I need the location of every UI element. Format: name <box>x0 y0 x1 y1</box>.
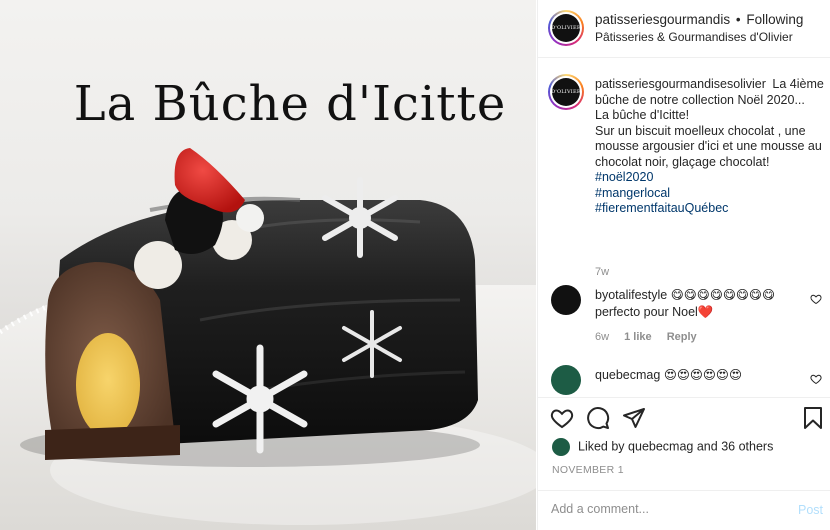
caption-line-2: La bûche d'Icitte! <box>595 108 690 122</box>
comment-username[interactable]: quebecmag <box>595 368 660 382</box>
commenter-avatar[interactable] <box>551 285 581 315</box>
comment-age[interactable]: 6w <box>595 331 609 343</box>
liked-prefix: Liked by <box>578 439 625 454</box>
liker-avatar[interactable] <box>552 438 570 456</box>
add-comment-bar: Post <box>538 490 830 530</box>
author-line: patisseriesgourmandis • Following <box>595 12 803 27</box>
hashtag-noel2020[interactable]: #noël2020 <box>595 170 825 186</box>
comment-reply-button[interactable]: Reply <box>667 331 697 343</box>
caption-avatar[interactable]: D'OLIVIER <box>548 74 584 110</box>
comment-likes[interactable]: 1 like <box>624 331 652 343</box>
comment-body: 😍😍😍😍😍😍 <box>663 368 742 382</box>
chocolate-biscuit <box>45 425 180 460</box>
author-avatar-logo: D'OLIVIER <box>551 14 581 42</box>
sea-buckthorn-mousse <box>76 333 140 437</box>
caption-avatar-logo: D'OLIVIER <box>551 78 581 106</box>
following-button[interactable]: Following <box>746 12 803 27</box>
post-header: D'OLIVIER patisseriesgourmandis • Follow… <box>538 0 830 58</box>
hashtag-fierementfaitauquebec[interactable]: #fierementfaitauQuébec <box>595 201 825 217</box>
heart-icon[interactable] <box>550 406 574 430</box>
comment-like-heart-icon[interactable] <box>810 373 822 385</box>
hashtag-mangerlocal[interactable]: #mangerlocal <box>595 186 825 202</box>
author-subtitle: Pâtisseries & Gourmandises d'Olivier <box>595 30 793 44</box>
bookmark-icon[interactable] <box>801 406 825 430</box>
comment-meta: 6w 1 like Reply <box>595 331 709 343</box>
comment-text: quebecmag 😍😍😍😍😍😍 <box>595 367 800 384</box>
commenter-avatar[interactable] <box>551 365 581 395</box>
photo-title-text: La Bûche d'Icitte <box>73 76 507 132</box>
share-icon[interactable] <box>622 406 646 430</box>
likes-summary: Liked by quebecmag and 36 others <box>552 438 773 456</box>
post-side-panel: D'OLIVIER patisseriesgourmandis • Follow… <box>537 0 830 530</box>
comment-icon[interactable] <box>586 406 610 430</box>
author-avatar[interactable]: D'OLIVIER <box>548 10 584 46</box>
post-actions: Liked by quebecmag and 36 others NOVEMBE… <box>538 397 830 530</box>
caption-age[interactable]: 7w <box>595 266 609 278</box>
caption-line-3: Sur un biscuit moelleux chocolat , une m… <box>595 123 822 169</box>
post-date[interactable]: NOVEMBER 1 <box>552 464 624 476</box>
instagram-post-view: La Bûche d'Icitte D'OLIVIER patisseriesg… <box>0 0 830 530</box>
comment-input[interactable] <box>551 502 781 516</box>
separator-dot: • <box>735 12 741 27</box>
comment-like-heart-icon[interactable] <box>810 293 822 305</box>
comments-list[interactable]: D'OLIVIER patisseriesgourmandisesolivier… <box>538 59 830 397</box>
comment-text: byotalifestyle 😋😋😋😋😋😋😋😋perfecto pour Noe… <box>595 287 800 321</box>
author-username[interactable]: patisseriesgourmandis <box>595 12 730 27</box>
comment-username[interactable]: byotalifestyle <box>595 288 667 302</box>
post-photo[interactable]: La Bûche d'Icitte <box>0 0 536 530</box>
post-comment-button[interactable]: Post <box>798 503 823 517</box>
caption-username[interactable]: patisseriesgourmandisesolivier <box>595 77 766 91</box>
liked-user[interactable]: quebecmag <box>628 439 693 453</box>
liked-and: and <box>696 439 718 454</box>
liked-others[interactable]: 36 others <box>721 439 773 453</box>
caption-text: patisseriesgourmandisesolivier La 4ième … <box>595 77 825 217</box>
